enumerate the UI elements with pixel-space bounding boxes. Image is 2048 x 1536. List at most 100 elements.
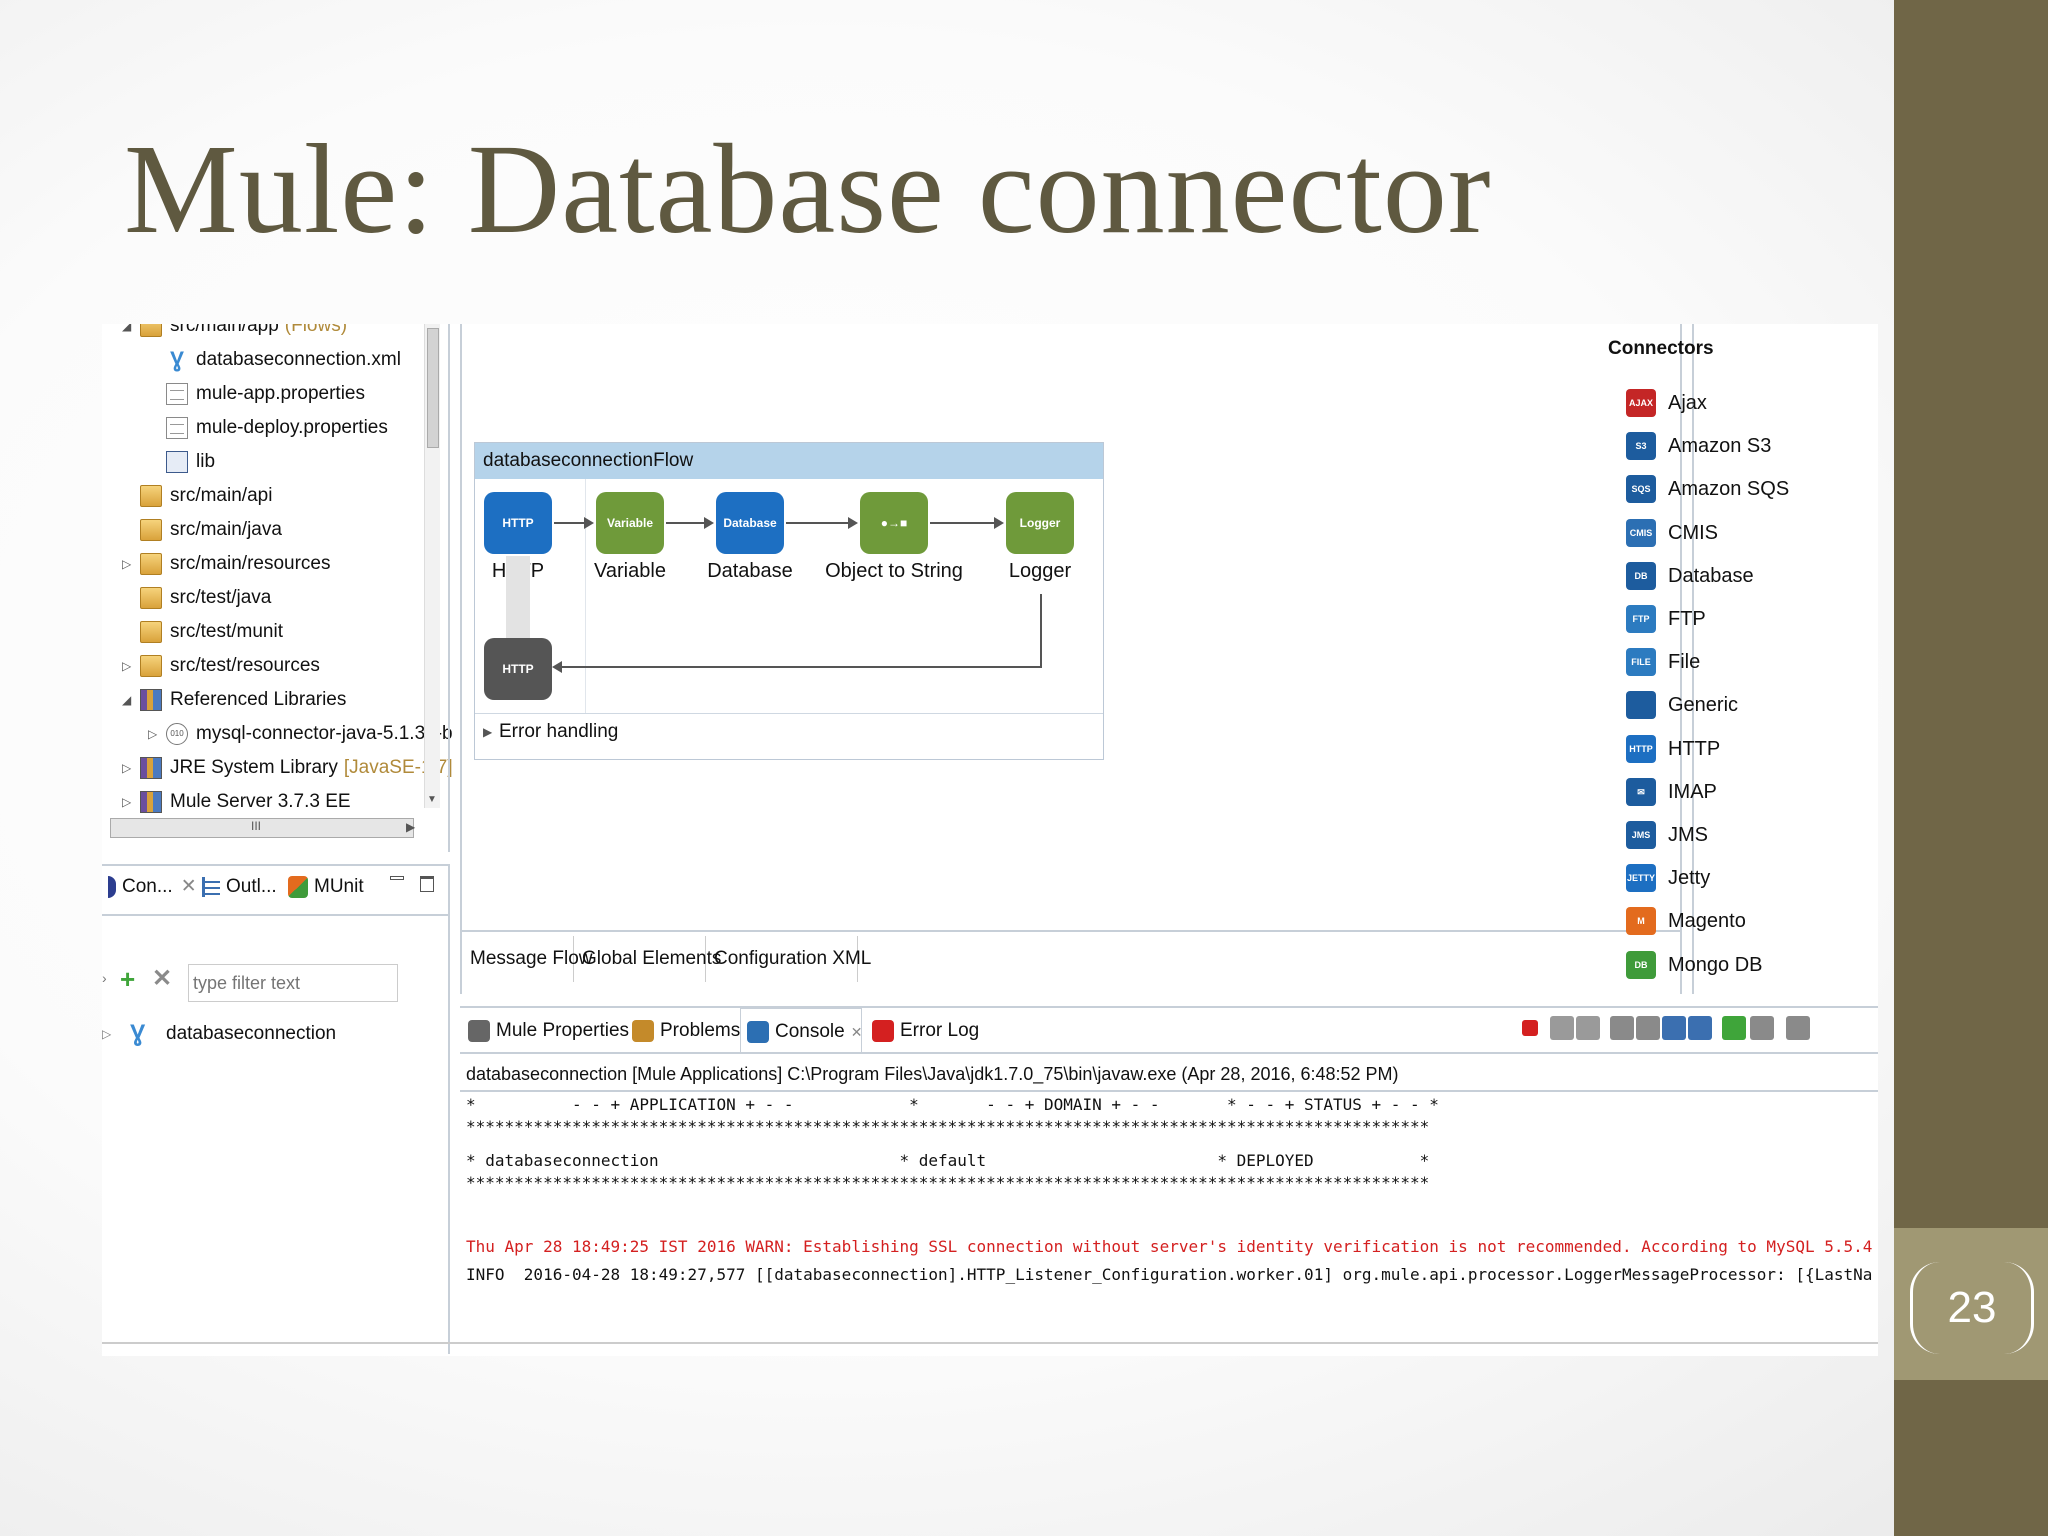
palette-item-label: Generic: [1668, 694, 1739, 717]
flow-arrow: [930, 517, 1004, 529]
folder-icon: [140, 553, 162, 575]
show-on-error-icon[interactable]: [1688, 1016, 1712, 1040]
hscroll-grip: III: [251, 819, 262, 833]
tree-toggle-arrow-icon[interactable]: ▷: [122, 752, 136, 784]
explorer-hscrollbar[interactable]: III: [110, 818, 414, 838]
tab-problems-label: Problems: [660, 1020, 741, 1041]
palette-item-label: JMS: [1668, 824, 1708, 846]
tree-toggle-arrow-icon[interactable]: ▷: [122, 786, 136, 818]
tree-expand-arrow-icon[interactable]: ▷: [102, 1018, 111, 1050]
tree-item[interactable]: src/test/munit: [102, 616, 422, 648]
tree-item[interactable]: src/test/java: [102, 582, 422, 614]
tab-problems[interactable]: Problems: [626, 1008, 740, 1054]
tree-item[interactable]: src/main/api: [102, 480, 422, 512]
http-listener-node[interactable]: HTTP: [484, 492, 552, 554]
tree-toggle-arrow-icon[interactable]: ◢: [122, 324, 136, 342]
folder-icon: [140, 519, 162, 541]
flow-divider: [475, 713, 1103, 714]
http-response-node[interactable]: HTTP: [484, 638, 552, 700]
tab-munit[interactable]: MUnit: [282, 864, 370, 910]
jetty-icon: JETTY: [1626, 864, 1656, 893]
palette-item-label: File: [1668, 651, 1701, 674]
tree-item[interactable]: ▷ JRE System Library [JavaSE-1.7]: [102, 752, 453, 784]
pin-console-icon[interactable]: [1722, 1016, 1746, 1040]
tree-item-label: mule-app.properties: [196, 378, 365, 410]
variable-node[interactable]: Variable: [596, 492, 664, 554]
tab-error-log[interactable]: Error Log: [866, 1008, 979, 1054]
tree-item[interactable]: ▷ Mule Server 3.7.3 EE: [102, 786, 422, 818]
new-console-icon[interactable]: [1786, 1016, 1810, 1040]
tree-item[interactable]: ◢ Referenced Libraries: [102, 684, 422, 716]
tree-toggle-arrow-icon[interactable]: ▷: [122, 650, 136, 682]
tree-item[interactable]: src/main/java: [102, 514, 422, 546]
close-icon[interactable]: ✕: [851, 1024, 863, 1040]
tab-console[interactable]: Console ✕: [740, 1008, 862, 1054]
tree-item[interactable]: lib: [102, 446, 422, 478]
tree-item[interactable]: mule-deploy.properties: [102, 412, 422, 444]
explorer-scroll-thumb[interactable]: [427, 328, 439, 448]
display-console-icon[interactable]: [1750, 1016, 1774, 1040]
hscroll-right-arrow-icon[interactable]: ▶: [406, 820, 415, 834]
palette-item-label: Magento: [1668, 910, 1746, 933]
amazon-s3-icon: S3: [1626, 432, 1656, 461]
add-icon[interactable]: +: [120, 966, 135, 992]
library-icon: [140, 757, 162, 779]
remove-launch-icon[interactable]: [1550, 1016, 1574, 1040]
flow-source-divider: [585, 479, 586, 713]
filter-input[interactable]: [188, 964, 398, 1002]
delete-icon[interactable]: ✕: [152, 966, 172, 992]
tab-outline[interactable]: Outl...: [196, 864, 283, 910]
tab-global-elements[interactable]: Global Elements: [576, 936, 721, 982]
tree-item-label: src/test/java: [170, 582, 271, 614]
tab-mule-properties[interactable]: Mule Properties: [462, 1008, 629, 1054]
flow-container[interactable]: databaseconnectionFlow ▶ Error handling: [474, 442, 1104, 760]
console-line: ****************************************…: [466, 1117, 1430, 1136]
tree-item[interactable]: ▷ src/main/resources: [102, 548, 422, 580]
response-arrow-head-icon: [552, 661, 562, 673]
logger-node-label: Logger: [1008, 560, 1072, 582]
clear-console-icon[interactable]: [1610, 1016, 1634, 1040]
tree-item[interactable]: ▷ 010 mysql-connector-java-5.1.38-b: [102, 718, 453, 750]
properties-file-icon: [166, 417, 188, 439]
lower-left-right-border: [448, 864, 450, 1354]
database-node[interactable]: Database: [716, 492, 784, 554]
terminate-icon[interactable]: [1522, 1020, 1538, 1036]
error-expand-arrow-icon[interactable]: ▶: [483, 725, 492, 739]
tree-item[interactable]: Ɣdatabaseconnection.xml: [102, 344, 422, 376]
tab-outline-label: Outl...: [226, 876, 277, 897]
tree-toggle-arrow-icon[interactable]: ▷: [148, 718, 162, 750]
console-line: ****************************************…: [466, 1173, 1430, 1192]
console-icon: [747, 1020, 769, 1043]
flow-title: databaseconnectionFlow: [475, 443, 1103, 479]
folder-icon: [140, 485, 162, 507]
close-icon[interactable]: ✕: [181, 876, 197, 897]
tree-item[interactable]: mule-app.properties: [102, 378, 422, 410]
tab-message-flow[interactable]: Message Flow: [464, 936, 593, 982]
database-icon: DB: [1626, 561, 1656, 590]
show-on-output-icon[interactable]: [1662, 1016, 1686, 1040]
tab-console-label: Console: [775, 1021, 845, 1042]
object-to-string-node[interactable]: ●→■: [860, 492, 928, 554]
tab-configuration-xml[interactable]: Configuration XML: [708, 936, 871, 982]
config-tree-item[interactable]: databaseconnection: [166, 1018, 336, 1050]
page-number: 23: [1947, 1283, 1997, 1332]
logger-node[interactable]: Logger: [1006, 492, 1074, 554]
tree-toggle-arrow-icon[interactable]: ◢: [122, 684, 136, 716]
scroll-down-arrow-icon[interactable]: ▼: [427, 794, 437, 805]
problems-icon: [632, 1019, 654, 1042]
tab-connections[interactable]: Con... ✕: [102, 864, 203, 910]
munit-icon: [288, 875, 308, 898]
tree-toggle-arrow-icon[interactable]: ▷: [122, 548, 136, 580]
remove-all-icon[interactable]: [1576, 1016, 1600, 1040]
amazon-sqs-icon: SQS: [1626, 475, 1656, 504]
maximize-icon[interactable]: [420, 876, 434, 892]
minimize-icon[interactable]: [390, 876, 404, 880]
scroll-lock-icon[interactable]: [1636, 1016, 1660, 1040]
tree-item[interactable]: ▷ src/test/resources: [102, 650, 422, 682]
tree-item[interactable]: ◢ src/main/app (Flows): [102, 324, 422, 342]
jms-icon: JMS: [1626, 821, 1656, 849]
folder-icon: [140, 621, 162, 643]
error-handling-section[interactable]: Error handling: [499, 721, 618, 743]
collapse-arrow-icon[interactable]: ›: [102, 970, 107, 986]
mule-file-icon: Ɣ: [169, 347, 184, 372]
